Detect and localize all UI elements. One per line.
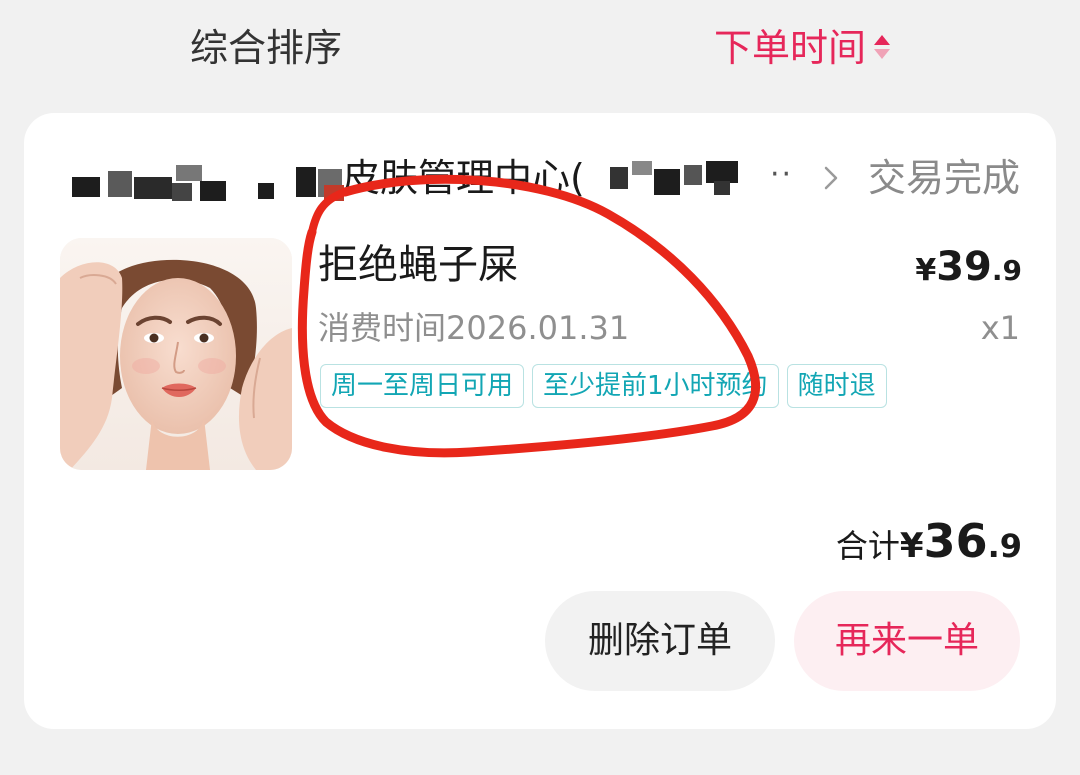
reorder-button[interactable]: 再来一单 bbox=[794, 591, 1020, 691]
tag-refund-anytime: 随时退 bbox=[786, 364, 887, 408]
shop-name-ellipsis: ·· bbox=[770, 157, 794, 192]
consume-time: 消费时间2026.01.31 bbox=[318, 309, 630, 347]
price-integer: 39 bbox=[936, 244, 992, 290]
sort-order-time-label: 下单时间 bbox=[714, 26, 867, 70]
total-currency: ¥ bbox=[899, 526, 924, 566]
product-image[interactable] bbox=[60, 238, 292, 470]
order-status: 交易完成 bbox=[867, 156, 1020, 200]
product-quantity: x1 bbox=[980, 309, 1020, 347]
order-total: 合计¥36.9 bbox=[836, 513, 1022, 580]
shop-row[interactable]: 皮肤管理中心( ·· 交易完成 bbox=[24, 153, 1056, 203]
price-decimal: .9 bbox=[991, 254, 1022, 287]
blurred-shop-name-prefix bbox=[72, 155, 344, 201]
tag-advance-booking: 至少提前1小时预约 bbox=[532, 364, 779, 408]
sort-arrows-icon bbox=[874, 35, 891, 61]
blurred-shop-name-suffix bbox=[610, 161, 740, 195]
total-integer: 36 bbox=[923, 514, 988, 568]
order-card: 皮肤管理中心( ·· 交易完成 拒绝蝇子屎 ¥39.9 消费时间2026.01.… bbox=[24, 113, 1056, 729]
price-currency: ¥ bbox=[915, 253, 937, 288]
product-price: ¥39.9 bbox=[915, 243, 1022, 299]
chevron-right-icon[interactable] bbox=[820, 165, 842, 191]
total-decimal: .9 bbox=[987, 527, 1022, 565]
total-label: 合计 bbox=[835, 527, 900, 565]
shop-name: 皮肤管理中心( bbox=[342, 156, 585, 200]
product-tags: 周一至周日可用 至少提前1小时预约 随时退 bbox=[320, 364, 887, 408]
sort-order-time-tab[interactable]: 下单时间 bbox=[714, 24, 891, 72]
delete-order-button[interactable]: 删除订单 bbox=[545, 591, 775, 691]
sort-comprehensive-tab[interactable]: 综合排序 bbox=[190, 24, 342, 72]
sort-bar: 综合排序 下单时间 bbox=[0, 0, 1080, 100]
product-title[interactable]: 拒绝蝇子屎 bbox=[318, 238, 518, 292]
tag-weekday-available: 周一至周日可用 bbox=[320, 364, 525, 408]
